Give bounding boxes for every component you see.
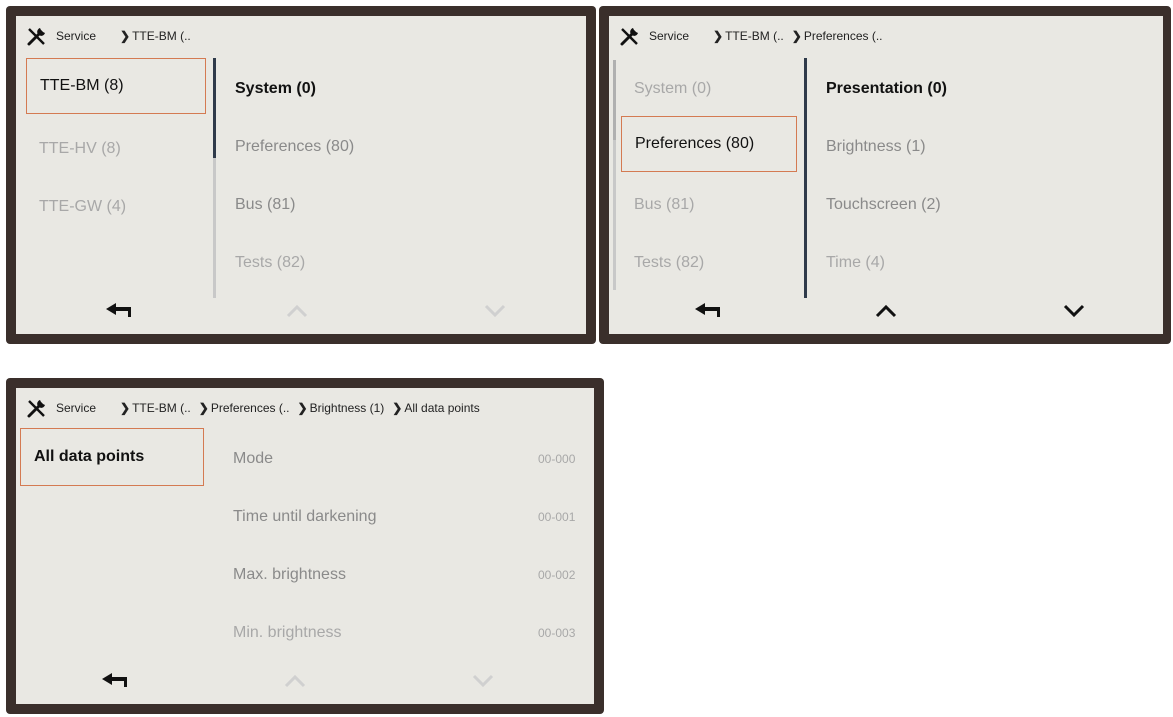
breadcrumb: Service ❯ TTE-BM (.. ❯ Preferences (..	[609, 16, 1163, 56]
breadcrumb-tte-bm[interactable]: TTE-BM (..	[132, 29, 191, 43]
chevron-down-icon[interactable]	[484, 304, 506, 318]
list-item-time[interactable]: Time (4)	[813, 238, 1113, 288]
chevron-right-icon: ❯	[392, 401, 403, 415]
list-item-all-data-points[interactable]: All data points	[20, 428, 204, 486]
data-point-label[interactable]: Min. brightness	[220, 608, 500, 658]
breadcrumb-preferences[interactable]: Preferences (..	[804, 29, 883, 43]
navigation-bar	[609, 286, 1163, 334]
list-item-bus[interactable]: Bus (81)	[222, 180, 522, 230]
column-divider	[213, 158, 216, 298]
chevron-right-icon: ❯	[791, 29, 802, 43]
list-item-tte-bm[interactable]: TTE-BM (8)	[26, 58, 206, 114]
list-item-bus[interactable]: Bus (81)	[621, 180, 791, 230]
breadcrumb-service[interactable]: Service	[56, 401, 96, 415]
navigation-bar	[16, 286, 586, 334]
list-item-presentation[interactable]: Presentation (0)	[813, 64, 1113, 114]
chevron-up-icon[interactable]	[286, 304, 308, 318]
device-panel-3: Service ❯ TTE-BM (.. ❯ Preferences (.. ❯…	[6, 378, 604, 714]
list-item-tte-gw[interactable]: TTE-GW (4)	[26, 182, 206, 232]
data-point-code: 00-001	[538, 510, 576, 524]
list-item-preferences[interactable]: Preferences (80)	[222, 122, 522, 172]
navigation-bar	[16, 656, 594, 704]
service-tools-icon[interactable]	[619, 25, 641, 47]
list-item-brightness[interactable]: Brightness (1)	[813, 122, 1113, 172]
column-scrollbar[interactable]	[804, 58, 807, 298]
breadcrumb-tte-bm[interactable]: TTE-BM (..	[132, 401, 191, 415]
chevron-right-icon: ❯	[120, 401, 131, 415]
chevron-right-icon: ❯	[713, 29, 724, 43]
screen-1: Service ❯ TTE-BM (.. TTE-BM (8) TTE-HV (…	[16, 16, 586, 334]
list-item-tests[interactable]: Tests (82)	[222, 238, 522, 288]
list-item-touchscreen[interactable]: Touchscreen (2)	[813, 180, 1113, 230]
data-point-label[interactable]: Mode	[220, 434, 500, 484]
device-panel-2: Service ❯ TTE-BM (.. ❯ Preferences (.. S…	[599, 6, 1171, 344]
service-tools-icon[interactable]	[26, 397, 48, 419]
chevron-up-icon[interactable]	[284, 674, 306, 688]
back-arrow-icon[interactable]	[100, 671, 130, 689]
breadcrumb-service[interactable]: Service	[649, 29, 689, 43]
chevron-up-icon[interactable]	[875, 304, 897, 318]
list-item-system[interactable]: System (0)	[222, 64, 522, 114]
left-scrollbar[interactable]	[613, 60, 616, 140]
column-scrollbar[interactable]	[213, 58, 216, 158]
data-point-code: 00-003	[538, 626, 576, 640]
data-point-code: 00-002	[538, 568, 576, 582]
screen-3: Service ❯ TTE-BM (.. ❯ Preferences (.. ❯…	[16, 388, 594, 704]
chevron-down-icon[interactable]	[1063, 304, 1085, 318]
chevron-right-icon: ❯	[297, 401, 308, 415]
screen-2: Service ❯ TTE-BM (.. ❯ Preferences (.. S…	[609, 16, 1163, 334]
data-point-code: 00-000	[538, 452, 576, 466]
breadcrumb-preferences[interactable]: Preferences (..	[211, 401, 290, 415]
breadcrumb-service[interactable]: Service	[56, 29, 96, 43]
chevron-right-icon: ❯	[198, 401, 209, 415]
back-arrow-icon[interactable]	[693, 301, 723, 319]
data-point-label[interactable]: Time until darkening	[220, 492, 500, 542]
list-item-tte-hv[interactable]: TTE-HV (8)	[26, 124, 206, 174]
chevron-down-icon[interactable]	[472, 674, 494, 688]
list-item-tests[interactable]: Tests (82)	[621, 238, 791, 288]
breadcrumb: Service ❯ TTE-BM (.. ❯ Preferences (.. ❯…	[16, 388, 594, 428]
breadcrumb-brightness[interactable]: Brightness (1)	[310, 401, 385, 415]
device-panel-1: Service ❯ TTE-BM (.. TTE-BM (8) TTE-HV (…	[6, 6, 596, 344]
breadcrumb: Service ❯ TTE-BM (..	[16, 16, 586, 56]
list-item-system[interactable]: System (0)	[621, 64, 791, 114]
breadcrumb-tte-bm[interactable]: TTE-BM (..	[725, 29, 784, 43]
data-point-label[interactable]: Max. brightness	[220, 550, 500, 600]
breadcrumb-all-data-points[interactable]: All data points	[404, 401, 479, 415]
service-tools-icon[interactable]	[26, 25, 48, 47]
chevron-right-icon: ❯	[120, 29, 131, 43]
back-arrow-icon[interactable]	[104, 301, 134, 319]
list-item-preferences[interactable]: Preferences (80)	[621, 116, 797, 172]
